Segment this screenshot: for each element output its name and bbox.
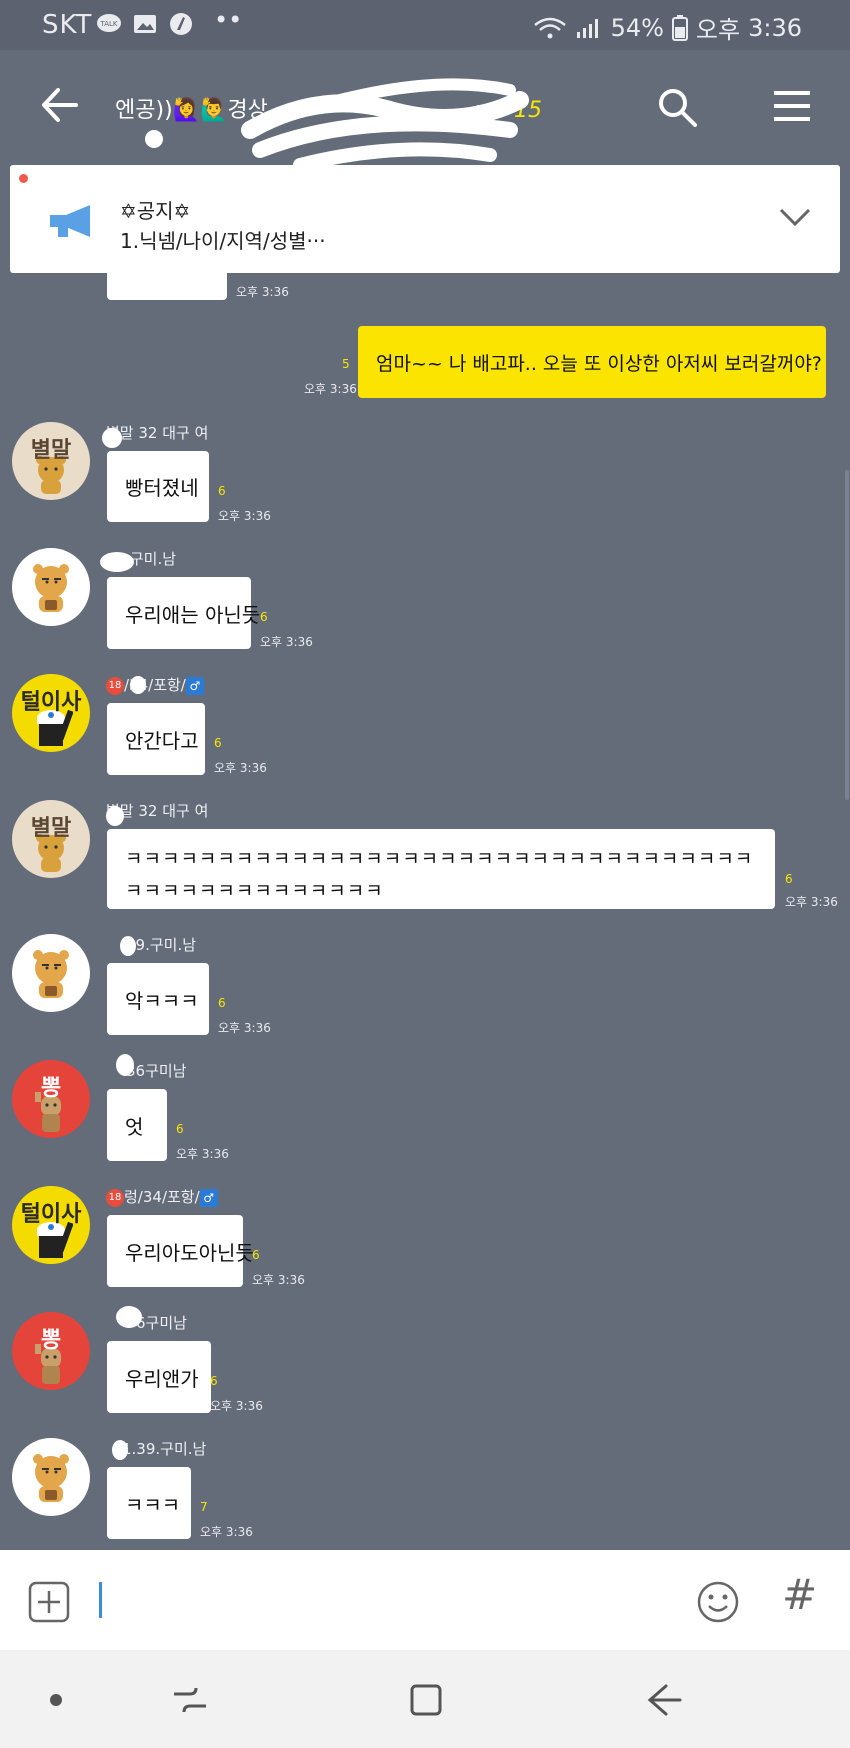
chat-header: 엔공))🙋‍♀️🙋‍♂️경상 m? 15 — [0, 50, 850, 172]
unread-count: 6 — [218, 996, 226, 1010]
hashtag-icon[interactable]: # — [782, 1570, 817, 1619]
redaction-mark — [100, 552, 134, 572]
notice-title: ✡공지✡ — [120, 199, 191, 223]
ryan-character-icon — [33, 1454, 69, 1502]
unread-count: 6 — [214, 736, 222, 750]
message-bubble[interactable]: 우리아도아닌듯 — [107, 1215, 254, 1287]
avatar[interactable]: 털이사 — [12, 1186, 90, 1264]
message-time: 오후 3:36 — [236, 285, 289, 299]
unread-count: 6 — [252, 1248, 260, 1262]
redaction-scribble — [241, 78, 529, 172]
message-time: 오후 3:36 — [214, 761, 267, 775]
message-bubble[interactable]: 악ㅋㅋㅋ — [107, 963, 209, 1035]
redaction-mark — [116, 1054, 134, 1076]
avatar[interactable]: 뽕 — [12, 1060, 90, 1138]
message-time: 오후 3:36 — [218, 1021, 271, 1035]
message-bubble[interactable]: 우리애는 아닌듯 — [107, 577, 260, 649]
nav-dot-icon — [50, 1694, 62, 1706]
scrollbar[interactable] — [845, 470, 849, 800]
redaction-mark — [130, 676, 146, 694]
my-message-bubble[interactable]: 엄마~~ 나 배고파.. 오늘 또 이상한 아저씨 보러갈꺼야? — [358, 326, 826, 398]
avatar[interactable] — [12, 548, 90, 626]
sender-name: 18/34/포항/♂ — [106, 674, 204, 695]
sender-name: 39.구미.남 — [126, 936, 197, 954]
android-nav-bar — [0, 1650, 850, 1748]
avatar[interactable]: 별말 — [12, 422, 90, 500]
redaction-mark — [116, 1306, 142, 1328]
unread-count: 6 — [210, 1374, 218, 1388]
sender-name: 6구미남 — [136, 1314, 187, 1332]
ryan-character-icon — [33, 564, 69, 612]
message-time: 오후 3:36 — [304, 382, 357, 396]
recent-apps-icon[interactable] — [170, 1680, 210, 1720]
emoji-icon[interactable] — [696, 1580, 740, 1624]
avatar[interactable]: 뽕 — [12, 1312, 90, 1390]
unread-count: 6 — [176, 1122, 184, 1136]
hamburger-menu-icon[interactable] — [772, 88, 812, 124]
ryan-character-icon — [33, 950, 69, 998]
unread-count: 6 — [785, 872, 793, 886]
message-bubble[interactable]: 우리앤가 — [107, 1341, 211, 1413]
sender-name: 1.39.구미.남 — [122, 1440, 207, 1458]
message-bubble[interactable]: 엇 — [107, 1089, 167, 1161]
redaction-mark — [102, 428, 122, 448]
avatar[interactable]: 별말 — [12, 800, 90, 878]
message-bubble[interactable]: 안간다고 — [107, 703, 205, 775]
megaphone-icon — [50, 205, 90, 237]
unread-count: 5 — [342, 357, 350, 371]
redaction-mark — [120, 936, 136, 956]
message-time: 오후 3:36 — [210, 1399, 263, 1413]
notice-banner[interactable]: ✡공지✡ 1.닉넴/나이/지역/성별··· — [10, 165, 840, 273]
message-time: 오후 3:36 — [252, 1273, 305, 1287]
redaction-mark — [145, 130, 163, 148]
avatar[interactable] — [12, 934, 90, 1012]
avatar[interactable] — [12, 1438, 90, 1516]
sender-name: 36구미남 — [126, 1062, 187, 1080]
nav-back-icon[interactable] — [644, 1680, 684, 1720]
chevron-down-icon[interactable] — [778, 205, 812, 229]
message-bubble[interactable]: ㅋㅋㅋㅋㅋㅋㅋㅋㅋㅋㅋㅋㅋㅋㅋㅋㅋㅋㅋㅋㅋㅋㅋㅋㅋㅋㅋㅋㅋㅋㅋㅋㅋㅋㅋㅋㅋㅋㅋㅋ… — [107, 829, 775, 909]
avatar[interactable]: 털이사 — [12, 674, 90, 752]
age-18-badge: 18 — [106, 676, 124, 695]
message-time: 오후 3:36 — [200, 1525, 253, 1539]
man-icon: ♂ — [185, 676, 204, 695]
redaction-mark — [112, 1440, 128, 1460]
unread-count: 7 — [200, 1500, 208, 1514]
message-input[interactable] — [99, 1582, 102, 1618]
new-notice-dot — [19, 174, 28, 183]
home-icon[interactable] — [406, 1680, 446, 1720]
message-time: 오후 3:36 — [176, 1147, 229, 1161]
plus-icon[interactable] — [28, 1581, 70, 1623]
message-time: 오후 3:36 — [785, 895, 838, 909]
unread-count: 6 — [218, 484, 226, 498]
man-icon: ♂ — [199, 1188, 218, 1207]
sender-name: 18 렁/34/포항/♂ — [106, 1186, 218, 1207]
search-icon[interactable] — [655, 85, 699, 129]
message-bubble[interactable]: 빵터졌네 — [107, 451, 209, 522]
age-18-badge: 18 — [106, 1188, 124, 1207]
unread-count: 6 — [260, 610, 268, 624]
redaction-mark — [106, 806, 124, 826]
message-time: 오후 3:36 — [218, 509, 271, 523]
message-time: 오후 3:36 — [260, 635, 313, 649]
message-input-bar: # — [0, 1550, 850, 1650]
message-bubble[interactable]: ㅋㅋㅋ — [107, 1467, 191, 1539]
back-arrow-icon[interactable] — [36, 82, 82, 128]
notice-text: 1.닉넴/나이/지역/성별··· — [120, 229, 326, 253]
